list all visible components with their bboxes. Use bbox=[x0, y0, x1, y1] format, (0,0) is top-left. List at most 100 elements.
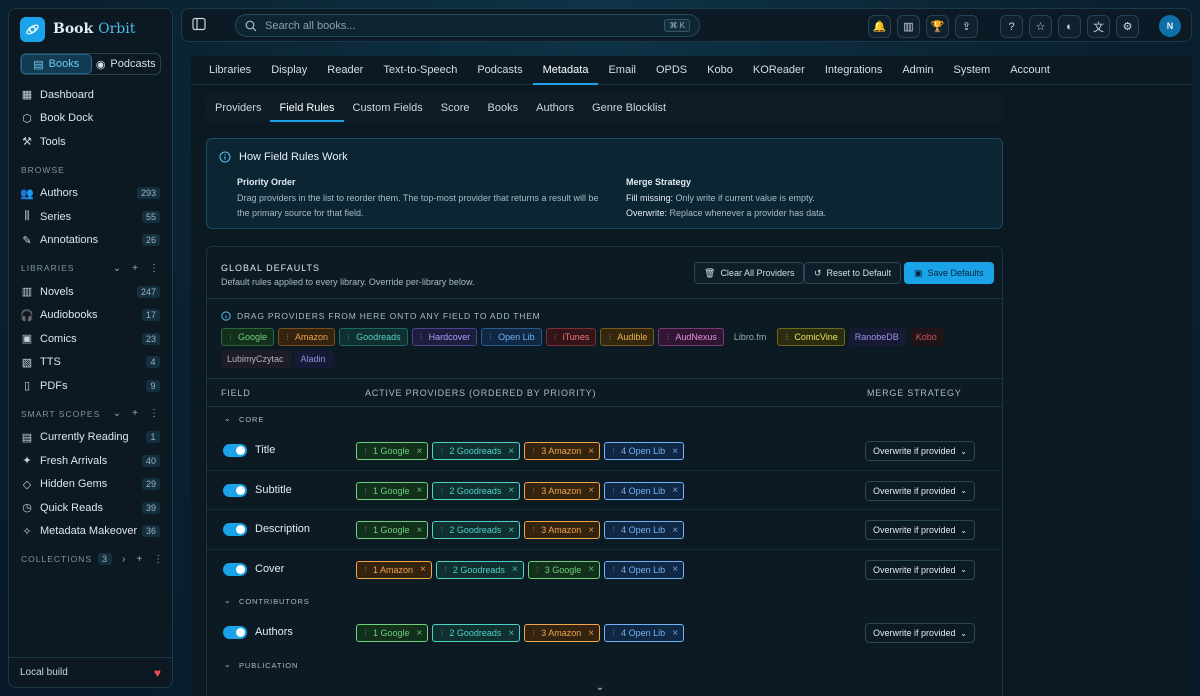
provider-chip[interactable]: ⋮ ComicVine bbox=[777, 328, 845, 346]
active-provider-chip[interactable]: ⋮ 1 Google × bbox=[356, 521, 429, 539]
close-icon[interactable]: × bbox=[417, 446, 423, 457]
tab-system[interactable]: System bbox=[944, 56, 1001, 84]
close-icon[interactable]: × bbox=[508, 446, 514, 457]
search-input[interactable] bbox=[265, 19, 665, 32]
clear-all-providers-button[interactable]: 🗑 Clear All Providers bbox=[694, 262, 805, 284]
subtab-custom-fields[interactable]: Custom Fields bbox=[344, 94, 432, 122]
avatar[interactable]: N bbox=[1159, 15, 1181, 37]
star-icon[interactable]: ☆ bbox=[1029, 15, 1052, 38]
close-icon[interactable]: × bbox=[512, 564, 518, 575]
active-provider-chip[interactable]: ⋮ 3 Amazon × bbox=[524, 624, 601, 642]
nav-tts[interactable]: ▧ TTS 4 bbox=[9, 351, 172, 375]
nav-metadata-makeover[interactable]: ✧ Metadata Makeover 36 bbox=[9, 520, 172, 544]
active-provider-chip[interactable]: ⋮ 3 Amazon × bbox=[524, 521, 601, 539]
nav-comics[interactable]: ▣ Comics 23 bbox=[9, 327, 172, 351]
chevron-down-icon[interactable]: ⌄ bbox=[224, 596, 232, 605]
provider-chip[interactable]: Libro.fm bbox=[728, 328, 774, 346]
subtab-field-rules[interactable]: Field Rules bbox=[270, 94, 344, 122]
heart-icon[interactable]: ♥ bbox=[154, 666, 161, 680]
provider-chip[interactable]: ⋮ iTunes bbox=[545, 328, 597, 346]
provider-chip[interactable]: LubimyCzytac bbox=[221, 350, 291, 368]
tab-integrations[interactable]: Integrations bbox=[815, 56, 892, 84]
close-icon[interactable]: × bbox=[417, 525, 423, 536]
field-enabled-toggle[interactable] bbox=[223, 444, 247, 457]
merge-strategy-select[interactable]: Overwrite if provided ⌄ bbox=[865, 441, 975, 461]
close-icon[interactable]: × bbox=[417, 628, 423, 639]
active-provider-chip[interactable]: ⋮ 3 Google × bbox=[527, 560, 601, 579]
merge-strategy-select[interactable]: Overwrite if provided ⌄ bbox=[865, 623, 975, 643]
merge-strategy-select[interactable]: Overwrite if provided ⌄ bbox=[865, 520, 975, 540]
active-provider-chip[interactable]: ⋮ 2 Goodreads × bbox=[432, 521, 521, 539]
close-icon[interactable]: × bbox=[588, 628, 594, 639]
help-icon[interactable]: ? bbox=[1000, 15, 1023, 38]
merge-strategy-select[interactable]: Overwrite if provided ⌄ bbox=[865, 480, 975, 501]
active-provider-chip[interactable]: ⋮ 2 Goodreads × bbox=[432, 442, 521, 460]
plus-icon[interactable]: + bbox=[132, 263, 139, 274]
close-icon[interactable]: × bbox=[672, 446, 678, 457]
active-provider-chip[interactable]: ⋮ 4 Open Lib × bbox=[604, 624, 685, 642]
close-icon[interactable]: × bbox=[417, 485, 423, 496]
more-vertical-icon[interactable]: ⋮ bbox=[149, 408, 160, 419]
provider-chip[interactable]: ⋮ Amazon bbox=[278, 328, 336, 346]
save-defaults-button[interactable]: ▣ Save Defaults bbox=[904, 262, 994, 284]
tab-opds[interactable]: OPDS bbox=[646, 56, 697, 84]
mode-podcasts[interactable]: ◉ Podcasts bbox=[92, 54, 161, 74]
tab-text-to-speech[interactable]: Text-to-Speech bbox=[373, 56, 467, 84]
close-icon[interactable]: × bbox=[672, 485, 678, 496]
tab-libraries[interactable]: Libraries bbox=[199, 56, 261, 84]
subtab-score[interactable]: Score bbox=[432, 94, 479, 122]
close-icon[interactable]: × bbox=[508, 485, 514, 496]
tab-kobo[interactable]: Kobo bbox=[697, 56, 743, 84]
reset-to-default-button[interactable]: ↺ Reset to Default bbox=[804, 262, 902, 284]
gear-icon[interactable]: ⚙ bbox=[1116, 15, 1139, 38]
merge-strategy-select[interactable]: Overwrite if provided ⌄ bbox=[865, 559, 975, 580]
trophy-icon[interactable]: 🏆 bbox=[926, 15, 949, 38]
nav-novels[interactable]: ▥ Novels 247 bbox=[9, 280, 172, 304]
more-vertical-icon[interactable]: ⋮ bbox=[149, 263, 160, 274]
plus-icon[interactable]: + bbox=[136, 554, 143, 565]
group-header[interactable]: ⌄ CONTRIBUTORS bbox=[207, 589, 1002, 613]
close-icon[interactable]: × bbox=[672, 525, 678, 536]
provider-chip[interactable]: ⋮ Hardcover bbox=[411, 328, 478, 346]
tab-metadata[interactable]: Metadata bbox=[532, 56, 599, 85]
active-provider-chip[interactable]: ⋮ 1 Amazon × bbox=[356, 560, 432, 579]
active-provider-chip[interactable]: ⋮ 4 Open Lib × bbox=[604, 560, 685, 579]
chevron-down-icon[interactable]: ⌄ bbox=[113, 263, 122, 274]
field-enabled-toggle[interactable] bbox=[223, 626, 247, 639]
close-icon[interactable]: × bbox=[508, 525, 514, 536]
nav-dashboard[interactable]: ▦ Dashboard bbox=[9, 83, 172, 107]
more-vertical-icon[interactable]: ⋮ bbox=[153, 554, 164, 565]
nav-annotations[interactable]: ✎ Annotations 26 bbox=[9, 229, 172, 253]
field-enabled-toggle[interactable] bbox=[223, 523, 247, 536]
tab-account[interactable]: Account bbox=[1000, 56, 1060, 84]
provider-chip[interactable]: ⋮ Goodreads bbox=[339, 328, 408, 346]
close-icon[interactable]: × bbox=[588, 564, 594, 575]
sidebar-toggle-icon[interactable] bbox=[192, 17, 206, 31]
tab-podcasts[interactable]: Podcasts bbox=[467, 56, 532, 84]
provider-chip[interactable]: ⋮ Google bbox=[221, 328, 275, 346]
tab-admin[interactable]: Admin bbox=[892, 56, 943, 84]
subtab-providers[interactable]: Providers bbox=[206, 94, 270, 122]
bar-chart-icon[interactable]: ▥ bbox=[897, 15, 920, 38]
close-icon[interactable]: × bbox=[588, 485, 594, 496]
close-icon[interactable]: × bbox=[588, 525, 594, 536]
close-icon[interactable]: × bbox=[588, 446, 594, 457]
upload-icon[interactable]: ⇪ bbox=[955, 15, 978, 38]
bell-icon[interactable]: 🔔 bbox=[868, 15, 891, 38]
chevron-down-icon[interactable]: ⌄ bbox=[224, 414, 232, 423]
active-provider-chip[interactable]: ⋮ 2 Goodreads × bbox=[432, 624, 521, 642]
active-provider-chip[interactable]: ⋮ 4 Open Lib × bbox=[604, 481, 685, 500]
scroll-down-icon[interactable]: ⌄ bbox=[592, 682, 608, 696]
subtab-genre-blocklist[interactable]: Genre Blocklist bbox=[583, 94, 675, 122]
nav-currently-reading[interactable]: ▤ Currently Reading 1 bbox=[9, 426, 172, 450]
subtab-authors[interactable]: Authors bbox=[527, 94, 583, 122]
close-icon[interactable]: × bbox=[672, 628, 678, 639]
close-icon[interactable]: × bbox=[420, 564, 426, 575]
plus-icon[interactable]: + bbox=[132, 408, 139, 419]
tab-koreader[interactable]: KOReader bbox=[743, 56, 815, 84]
active-provider-chip[interactable]: ⋮ 4 Open Lib × bbox=[604, 442, 685, 460]
chevron-down-icon[interactable]: ⌄ bbox=[224, 660, 232, 669]
active-provider-chip[interactable]: ⋮ 3 Amazon × bbox=[524, 442, 601, 460]
active-provider-chip[interactable]: ⋮ 1 Google × bbox=[356, 481, 429, 500]
group-header[interactable]: ⌄ PUBLICATION bbox=[207, 653, 1002, 677]
